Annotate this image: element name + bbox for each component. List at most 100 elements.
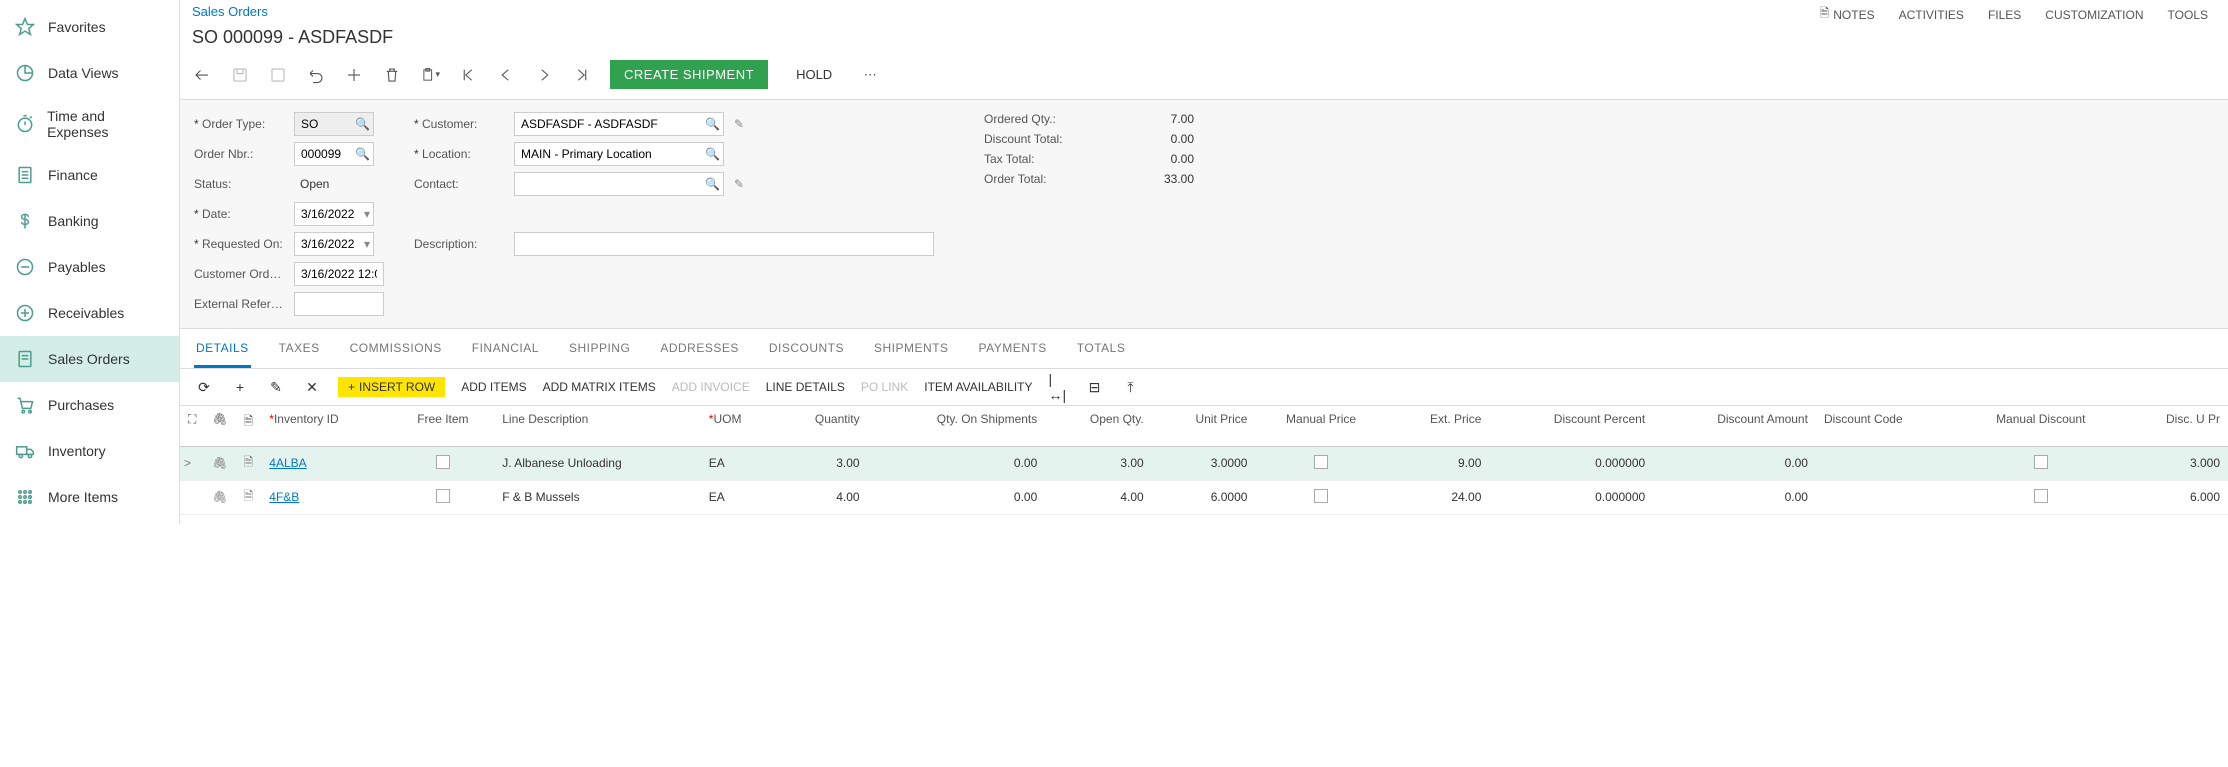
- add-matrix-items-button[interactable]: ADD MATRIX ITEMS: [543, 380, 656, 394]
- refresh-button[interactable]: ⟳: [194, 377, 214, 397]
- customer-field[interactable]: [514, 112, 724, 136]
- save-close-button[interactable]: [268, 65, 288, 85]
- col-manual-discount[interactable]: Manual Discount: [1960, 406, 2121, 446]
- back-button[interactable]: [192, 65, 212, 85]
- tab-shipping[interactable]: SHIPPING: [567, 331, 632, 368]
- customization-link[interactable]: CUSTOMIZATION: [2045, 4, 2143, 25]
- tab-taxes[interactable]: TAXES: [277, 331, 322, 368]
- contact-field[interactable]: [514, 172, 724, 196]
- save-button[interactable]: [230, 65, 250, 85]
- requested-on-field[interactable]: [294, 232, 374, 256]
- tab-discounts[interactable]: DISCOUNTS: [767, 331, 846, 368]
- upload-button[interactable]: ⤒: [1121, 377, 1141, 397]
- tab-commissions[interactable]: COMMISSIONS: [348, 331, 444, 368]
- tab-payments[interactable]: PAYMENTS: [977, 331, 1049, 368]
- files-link[interactable]: FILES: [1988, 4, 2021, 25]
- col-qty-on-shipments[interactable]: Qty. On Shipments: [868, 406, 1046, 446]
- last-button[interactable]: [572, 65, 592, 85]
- sidebar-item-more[interactable]: More Items: [0, 474, 179, 520]
- more-actions-button[interactable]: ⋯: [860, 65, 880, 85]
- sidebar-item-inventory[interactable]: Inventory: [0, 428, 179, 474]
- tab-totals[interactable]: TOTALS: [1075, 331, 1128, 368]
- add-button[interactable]: [344, 65, 364, 85]
- sidebar-item-receivables[interactable]: Receivables: [0, 290, 179, 336]
- col-manual-price[interactable]: Manual Price: [1255, 406, 1386, 446]
- note-icon[interactable]: 🗎: [236, 446, 262, 480]
- tab-shipments[interactable]: SHIPMENTS: [872, 331, 951, 368]
- create-shipment-button[interactable]: CREATE SHIPMENT: [610, 60, 768, 89]
- item-availability-button[interactable]: ITEM AVAILABILITY: [924, 380, 1032, 394]
- delete-button[interactable]: [382, 65, 402, 85]
- col-ext-price[interactable]: Ext. Price: [1387, 406, 1490, 446]
- search-icon[interactable]: 🔍: [355, 117, 370, 131]
- search-icon[interactable]: 🔍: [705, 147, 720, 161]
- expand-button[interactable]: [180, 480, 204, 514]
- free-item-checkbox[interactable]: [436, 489, 450, 503]
- calendar-icon[interactable]: ▾: [364, 207, 370, 221]
- sidebar-item-banking[interactable]: Banking: [0, 198, 179, 244]
- tab-addresses[interactable]: ADDRESSES: [658, 331, 741, 368]
- search-icon[interactable]: 🔍: [705, 117, 720, 131]
- external-ref-field[interactable]: [294, 292, 384, 316]
- col-inventory-id[interactable]: *Inventory ID: [261, 406, 391, 446]
- breadcrumb[interactable]: Sales Orders: [192, 4, 268, 19]
- export-excel-button[interactable]: ⊟: [1085, 377, 1105, 397]
- col-line-description[interactable]: Line Description: [494, 406, 701, 446]
- sidebar-item-payables[interactable]: Payables: [0, 244, 179, 290]
- notes-link[interactable]: 🗎NOTES: [1820, 4, 1875, 25]
- sidebar-item-sales-orders[interactable]: Sales Orders: [0, 336, 179, 382]
- add-items-button[interactable]: ADD ITEMS: [461, 380, 526, 394]
- table-row[interactable]: >🖇🗎4ALBAJ. Albanese UnloadingEA3.000.003…: [180, 446, 2228, 480]
- next-button[interactable]: [534, 65, 554, 85]
- clipboard-button[interactable]: ▾: [420, 65, 440, 85]
- first-button[interactable]: [458, 65, 478, 85]
- attach-icon[interactable]: 🖇: [204, 480, 235, 514]
- sidebar-item-time[interactable]: Time and Expenses: [0, 96, 179, 152]
- manual-price-checkbox[interactable]: [1314, 455, 1328, 469]
- tab-details[interactable]: DETAILS: [194, 331, 251, 368]
- add-invoice-button[interactable]: ADD INVOICE: [672, 380, 750, 394]
- col-unit-price[interactable]: Unit Price: [1152, 406, 1256, 446]
- add-row-button[interactable]: +: [230, 377, 250, 397]
- fit-columns-button[interactable]: |↔|: [1049, 377, 1069, 397]
- col-discount-amount[interactable]: Discount Amount: [1653, 406, 1816, 446]
- insert-row-button[interactable]: +INSERT ROW: [338, 377, 445, 397]
- col-quantity[interactable]: Quantity: [775, 406, 868, 446]
- line-details-button[interactable]: LINE DETAILS: [766, 380, 845, 394]
- col-discount-code[interactable]: Discount Code: [1816, 406, 1960, 446]
- tab-financial[interactable]: FINANCIAL: [470, 331, 541, 368]
- date-field[interactable]: [294, 202, 374, 226]
- table-row[interactable]: 🖇🗎4F&BF & B MusselsEA4.000.004.006.00002…: [180, 480, 2228, 514]
- edit-icon[interactable]: ✎: [734, 117, 744, 131]
- inventory-id-link[interactable]: 4ALBA: [269, 456, 306, 470]
- location-field[interactable]: [514, 142, 724, 166]
- calendar-icon[interactable]: ▾: [364, 237, 370, 251]
- tools-link[interactable]: TOOLS: [2168, 4, 2208, 25]
- delete-row-button[interactable]: ✕: [302, 377, 322, 397]
- edit-row-button[interactable]: ✎: [266, 377, 286, 397]
- manual-discount-checkbox[interactable]: [2034, 489, 2048, 503]
- manual-price-checkbox[interactable]: [1314, 489, 1328, 503]
- search-icon[interactable]: 🔍: [355, 147, 370, 161]
- col-select[interactable]: ⛶: [180, 406, 204, 446]
- sidebar-item-favorites[interactable]: Favorites: [0, 4, 179, 50]
- customer-ord-field[interactable]: [294, 262, 384, 286]
- attach-icon[interactable]: 🖇: [204, 446, 235, 480]
- col-discount-percent[interactable]: Discount Percent: [1489, 406, 1653, 446]
- col-open-qty[interactable]: Open Qty.: [1045, 406, 1151, 446]
- po-link-button[interactable]: PO LINK: [861, 380, 908, 394]
- expand-button[interactable]: >: [180, 446, 204, 480]
- hold-button[interactable]: HOLD: [786, 60, 842, 89]
- inventory-id-link[interactable]: 4F&B: [269, 490, 299, 504]
- col-free-item[interactable]: Free Item: [392, 406, 495, 446]
- undo-button[interactable]: [306, 65, 326, 85]
- col-uom[interactable]: *UOM: [701, 406, 775, 446]
- edit-icon[interactable]: ✎: [734, 177, 744, 191]
- free-item-checkbox[interactable]: [436, 455, 450, 469]
- sidebar-item-purchases[interactable]: Purchases: [0, 382, 179, 428]
- sidebar-item-finance[interactable]: Finance: [0, 152, 179, 198]
- search-icon[interactable]: 🔍: [705, 177, 720, 191]
- col-disc-unit-price[interactable]: Disc. U Pr: [2121, 406, 2228, 446]
- manual-discount-checkbox[interactable]: [2034, 455, 2048, 469]
- description-field[interactable]: [514, 232, 934, 256]
